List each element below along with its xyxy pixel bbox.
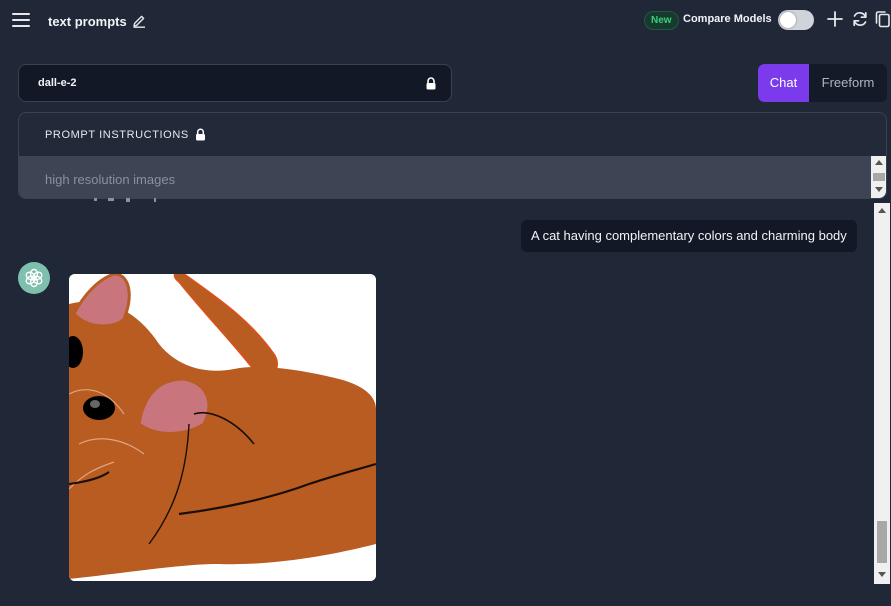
lock-icon bbox=[426, 77, 436, 90]
assistant-avatar bbox=[18, 262, 50, 294]
copy-icon[interactable] bbox=[875, 10, 890, 28]
refresh-icon[interactable] bbox=[851, 10, 869, 28]
scroll-down-arrow-icon[interactable] bbox=[875, 187, 883, 192]
compare-models-label: Compare Models bbox=[683, 13, 772, 25]
chat-mode-button[interactable]: Chat bbox=[758, 64, 809, 102]
plus-icon[interactable] bbox=[826, 10, 844, 28]
clipped-message-fragment bbox=[94, 198, 156, 202]
conversation-title: text prompts bbox=[48, 13, 127, 29]
lock-icon bbox=[195, 128, 205, 141]
chat-scrollbar[interactable] bbox=[874, 203, 890, 584]
prompt-instructions-placeholder: high resolution images bbox=[45, 172, 176, 187]
top-bar: text prompts New Compare Models bbox=[0, 0, 891, 42]
prompt-instructions-header: PROMPT INSTRUCTIONS bbox=[45, 128, 206, 141]
generated-cat-image[interactable] bbox=[69, 274, 376, 581]
user-message-bubble: A cat having complementary colors and ch… bbox=[521, 220, 857, 252]
prompt-scrollbar[interactable] bbox=[871, 156, 886, 198]
toggle-knob bbox=[780, 12, 796, 28]
new-badge: New bbox=[644, 11, 679, 30]
hamburger-menu-icon[interactable] bbox=[12, 13, 30, 27]
chat-scrollbar-thumb[interactable] bbox=[877, 521, 887, 563]
compare-models-toggle[interactable] bbox=[778, 10, 814, 30]
mode-switch: Chat Freeform bbox=[758, 64, 887, 102]
pencil-icon[interactable] bbox=[131, 13, 147, 29]
scroll-down-arrow-icon[interactable] bbox=[878, 572, 886, 577]
freeform-mode-button[interactable]: Freeform bbox=[809, 64, 887, 102]
model-select-value: dall-e-2 bbox=[38, 77, 77, 89]
scroll-up-arrow-icon[interactable] bbox=[878, 208, 886, 213]
prompt-instructions-input[interactable]: high resolution images bbox=[19, 156, 886, 198]
prompt-instructions-label: PROMPT INSTRUCTIONS bbox=[45, 128, 189, 141]
prompt-scrollbar-thumb[interactable] bbox=[873, 173, 885, 181]
scroll-up-arrow-icon[interactable] bbox=[875, 160, 883, 165]
cat-illustration bbox=[69, 274, 376, 581]
title-group: text prompts bbox=[48, 13, 147, 29]
model-select[interactable]: dall-e-2 bbox=[18, 64, 452, 102]
prompt-instructions-panel: PROMPT INSTRUCTIONS high resolution imag… bbox=[18, 112, 887, 199]
openai-logo-icon bbox=[25, 268, 43, 288]
